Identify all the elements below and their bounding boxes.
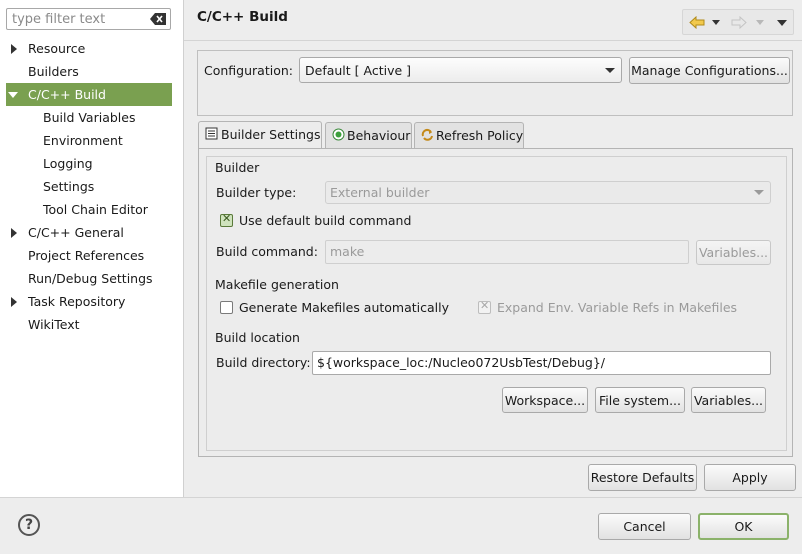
tree-item-run-debug-settings[interactable]: Run/Debug Settings xyxy=(0,267,172,290)
view-menu-icon[interactable] xyxy=(777,20,787,26)
back-dropdown-icon[interactable] xyxy=(712,20,720,25)
configuration-group: Configuration: Default [ Active ] Manage… xyxy=(197,50,793,116)
tree-item-label: WikiText xyxy=(28,317,80,332)
ok-button[interactable]: OK xyxy=(698,513,789,540)
expand-env-refs-label: Expand Env. Variable Refs in Makefiles xyxy=(497,300,738,315)
build-command-value: make xyxy=(330,244,365,259)
page-title: C/C++ Build xyxy=(197,9,288,25)
use-default-build-command-label: Use default build command xyxy=(239,213,412,228)
tree-item-wikitext[interactable]: WikiText xyxy=(0,313,172,336)
manage-configurations-button[interactable]: Manage Configurations... xyxy=(629,57,790,84)
tree-item-label: C/C++ General xyxy=(28,225,124,240)
collapse-arrow-icon[interactable] xyxy=(8,92,18,98)
tree-item-label: Run/Debug Settings xyxy=(28,271,153,286)
back-arrow-icon[interactable] xyxy=(689,16,705,29)
tree-item-project-references[interactable]: Project References xyxy=(0,244,172,267)
tab-label: Builder Settings xyxy=(221,127,321,142)
generate-makefiles-label: Generate Makefiles automatically xyxy=(239,300,450,315)
builder-type-select[interactable]: External builder xyxy=(325,181,771,204)
tree-item-label: Environment xyxy=(43,133,123,148)
tree-item-cpp-general[interactable]: C/C++ General xyxy=(0,221,172,244)
builder-section-heading: Builder xyxy=(215,160,260,175)
history-navigation-bar xyxy=(682,9,794,35)
use-default-build-command-checkbox[interactable] xyxy=(220,212,233,227)
filter-field[interactable] xyxy=(6,8,171,30)
tab-label: Refresh Policy xyxy=(436,128,524,143)
forward-arrow-icon[interactable] xyxy=(731,16,747,29)
tree-item-label: Logging xyxy=(43,156,93,171)
tree-item-label: Tool Chain Editor xyxy=(43,202,148,217)
build-location-variables-button[interactable]: Variables... xyxy=(691,387,766,413)
restore-defaults-button[interactable]: Restore Defaults xyxy=(588,464,697,491)
tab-builder-settings[interactable]: Builder Settings xyxy=(198,121,322,149)
tree-item-label: Builders xyxy=(28,64,79,79)
build-command-variables-button[interactable]: Variables... xyxy=(696,240,771,265)
builder-type-label: Builder type: xyxy=(216,185,297,200)
tree-item-label: Project References xyxy=(28,248,145,263)
expand-arrow-icon[interactable] xyxy=(11,44,17,54)
tree-item-build-variables[interactable]: Build Variables xyxy=(0,106,172,129)
apply-button[interactable]: Apply xyxy=(704,464,796,491)
configuration-select[interactable]: Default [ Active ] xyxy=(299,57,622,83)
tree-item-label: Build Variables xyxy=(43,110,136,125)
tree-item-settings[interactable]: Settings xyxy=(0,175,172,198)
makefile-section-heading: Makefile generation xyxy=(215,277,339,292)
configuration-label: Configuration: xyxy=(204,63,293,78)
chevron-down-icon xyxy=(605,68,615,73)
tree-item-label: C/C++ Build xyxy=(28,87,106,102)
build-directory-value: ${workspace_loc:/Nucleo072UsbTest/Debug}… xyxy=(317,355,606,370)
tab-refresh-policy[interactable]: Refresh Policy xyxy=(414,122,524,148)
chevron-down-icon xyxy=(754,190,764,195)
build-location-section-heading: Build location xyxy=(215,330,300,345)
tree-item-label: Task Repository xyxy=(28,294,126,309)
forward-dropdown-icon[interactable] xyxy=(756,20,764,25)
footer-divider xyxy=(0,497,802,498)
tree-item-label: Settings xyxy=(43,179,95,194)
file-system-button[interactable]: File system... xyxy=(595,387,685,413)
tree-item-environment[interactable]: Environment xyxy=(0,129,172,152)
build-directory-field[interactable]: ${workspace_loc:/Nucleo072UsbTest/Debug}… xyxy=(312,351,771,375)
tree-item-tool-chain-editor[interactable]: Tool Chain Editor xyxy=(0,198,172,221)
build-command-label: Build command: xyxy=(216,244,318,259)
tree-item-cpp-build[interactable]: C/C++ Build xyxy=(6,83,172,106)
generate-makefiles-checkbox[interactable] xyxy=(220,301,233,314)
refresh-policy-tab-icon xyxy=(421,128,433,141)
tree-item-task-repository[interactable]: Task Repository xyxy=(0,290,172,313)
build-directory-label: Build directory: xyxy=(216,355,311,370)
header-divider xyxy=(184,40,802,41)
behaviour-tab-icon xyxy=(332,128,345,141)
tab-behaviour[interactable]: Behaviour xyxy=(325,122,412,148)
expand-env-refs-checkbox[interactable] xyxy=(478,299,491,314)
clear-filter-icon[interactable] xyxy=(149,12,167,26)
configuration-value: Default [ Active ] xyxy=(305,63,412,78)
tree-item-logging[interactable]: Logging xyxy=(0,152,172,175)
preference-tree-panel: Resource Builders C/C++ Build Build Vari… xyxy=(0,0,184,497)
help-icon[interactable]: ? xyxy=(18,514,40,536)
builder-settings-tab-icon xyxy=(205,127,218,140)
expand-arrow-icon[interactable] xyxy=(11,228,17,238)
tree-item-resource[interactable]: Resource xyxy=(0,37,172,60)
builder-type-value: External builder xyxy=(330,185,430,200)
workspace-button[interactable]: Workspace... xyxy=(502,387,588,413)
tree-item-label: Resource xyxy=(28,41,86,56)
tab-label: Behaviour xyxy=(347,128,411,143)
expand-arrow-icon[interactable] xyxy=(11,297,17,307)
tree-item-builders[interactable]: Builders xyxy=(0,60,172,83)
filter-input[interactable] xyxy=(12,11,150,27)
cancel-button[interactable]: Cancel xyxy=(598,513,691,540)
build-command-field[interactable]: make xyxy=(325,240,689,264)
